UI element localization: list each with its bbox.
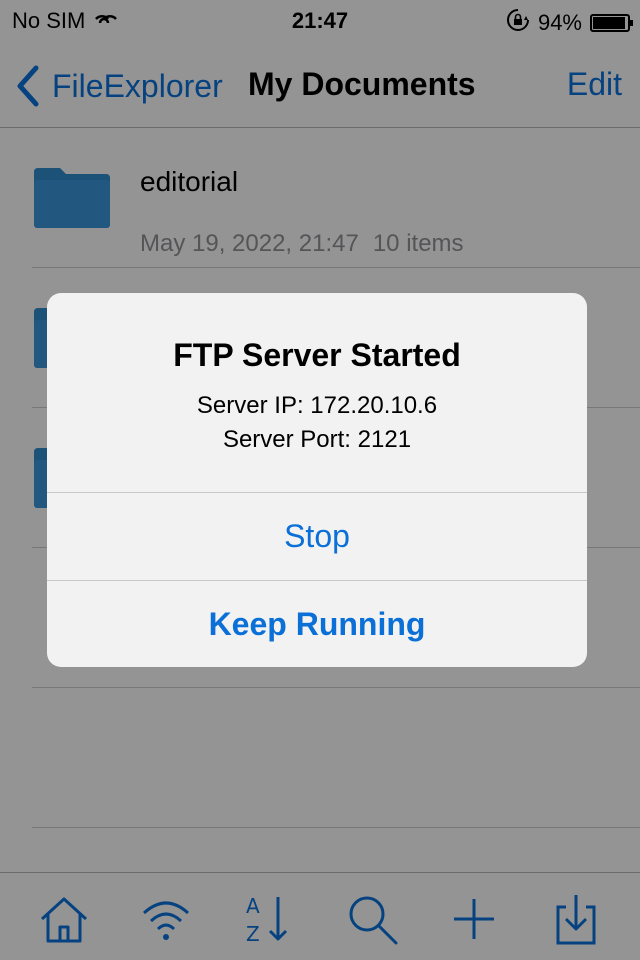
server-port-text: Server Port: 2121	[222, 426, 412, 453]
alert-message: Server IP: 172.20.10.6 Server Port: 2121	[47, 389, 587, 457]
keep-running-button[interactable]: Keep Running	[47, 580, 587, 667]
stop-button[interactable]: Stop	[47, 492, 587, 579]
server-ip-text: Server IP: 172.20.10.6	[196, 392, 438, 419]
alert-dialog: FTP Server Started Server IP: 172.20.10.…	[47, 293, 587, 667]
alert-title: FTP Server Started	[173, 337, 461, 373]
